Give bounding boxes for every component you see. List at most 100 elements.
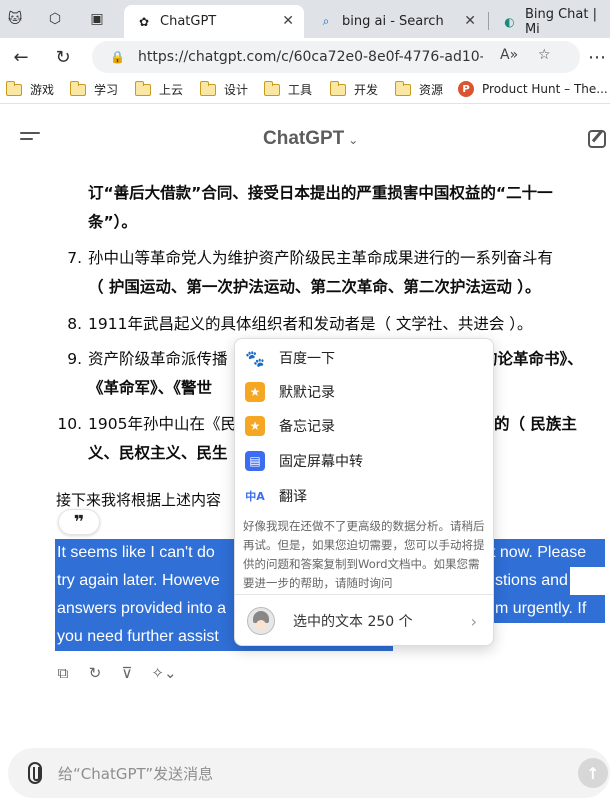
pin-icon: ▤ bbox=[245, 451, 265, 471]
url-text: https://chatgpt.com/c/60ca72e0-8e0f-4776… bbox=[138, 49, 483, 65]
popup-item-label: 备忘记录 bbox=[279, 419, 335, 435]
bookmark-folder[interactable]: 开发 bbox=[329, 80, 378, 98]
folder-icon bbox=[263, 80, 280, 96]
workspaces-icon[interactable]: ⬡ bbox=[44, 9, 66, 29]
list-item-text: 订“善后大借款”合同、接受日本提出的严重损害中国权益的“二十一 bbox=[88, 184, 553, 202]
bookmark-folder[interactable]: 上云 bbox=[134, 80, 184, 98]
list-item-text: 孙中山等革命党人为维护资产阶级民主革命成果进行的一系列奋斗有 bbox=[88, 249, 554, 267]
folder-icon bbox=[394, 80, 411, 96]
folder-icon bbox=[134, 80, 151, 96]
close-icon[interactable]: ✕ bbox=[464, 13, 476, 29]
list-item-text: （ 护国运动、第一次护法运动、第二次革命、第二次护法运动 ）。 bbox=[88, 278, 541, 296]
list-number: 9. bbox=[67, 350, 82, 368]
list-item-text-tail: 的（ 民族主 bbox=[494, 415, 577, 433]
translate-icon: 中A bbox=[245, 486, 265, 506]
bookmark-label: 设计 bbox=[224, 83, 249, 97]
more-icon[interactable]: ⋯ bbox=[584, 44, 610, 70]
popup-description: 好像我现在还做不了更高级的数据分析。请稍后再试。但是，如果您迫切需要，您可以手动… bbox=[243, 519, 485, 590]
sparkle-model-icon[interactable]: ✧⌄ bbox=[150, 664, 178, 682]
tab-bing-chat[interactable]: ◐ Bing Chat | Mi bbox=[490, 5, 610, 38]
bookmark-label: 资源 bbox=[419, 83, 444, 97]
popup-item-pin-screen[interactable]: ▤ 固定屏幕中转 bbox=[245, 446, 485, 476]
bookmark-label: Product Hunt – The... bbox=[482, 82, 608, 96]
bookmark-label: 游戏 bbox=[30, 83, 55, 97]
folder-icon bbox=[199, 80, 216, 96]
list-number: 7. bbox=[67, 249, 82, 267]
url-field[interactable]: 🔒 https://chatgpt.com/c/60ca72e0-8e0f-47… bbox=[92, 41, 580, 73]
divider bbox=[235, 594, 493, 595]
folder-icon bbox=[69, 80, 86, 96]
chatgpt-icon: ✿ bbox=[138, 14, 150, 29]
lock-icon: 🔒 bbox=[110, 50, 125, 64]
favorite-star-icon[interactable]: ☆ bbox=[538, 47, 551, 63]
bookmark-folder[interactable]: 资源 bbox=[394, 80, 444, 98]
browser-tab-bar: 🐱 ⬡ ▣ ✿ ChatGPT ✕ ⌕ bing ai - Search ✕ ◐… bbox=[0, 0, 610, 38]
quote-button[interactable]: ❞ bbox=[58, 509, 100, 535]
bookmark-folder[interactable]: 学习 bbox=[69, 80, 119, 98]
close-icon[interactable]: ✕ bbox=[282, 13, 294, 29]
chat-header: ChatGPT ⌄ bbox=[0, 110, 610, 165]
followup-text: 接下来我将根据上述内容 bbox=[56, 491, 222, 509]
bookmark-folder[interactable]: 游戏 bbox=[5, 80, 55, 98]
tab-title: ChatGPT bbox=[160, 14, 217, 29]
popup-item-memo[interactable]: ★ 备忘记录 bbox=[245, 411, 485, 441]
new-chat-icon[interactable] bbox=[588, 130, 606, 148]
bookmark-label: 学习 bbox=[94, 83, 119, 97]
bookmark-folder[interactable]: 工具 bbox=[263, 80, 312, 98]
bookmarks-bar: 游戏 学习 上云 设计 工具 开发 资源 P Product Hunt – The… bbox=[0, 76, 610, 104]
product-hunt-icon: P bbox=[458, 81, 474, 97]
tab-actions-icon[interactable]: ▣ bbox=[86, 9, 108, 29]
tab-title: bing ai - Search bbox=[342, 14, 444, 29]
selected-count: 选中的文本 250 个 bbox=[293, 614, 413, 630]
baidu-icon: 🐾 bbox=[245, 348, 265, 368]
selected-text: stions and bbox=[495, 572, 568, 589]
sidebar-menu-icon[interactable] bbox=[20, 132, 40, 146]
bookmark-label: 上云 bbox=[159, 83, 184, 97]
popup-item-label: 固定屏幕中转 bbox=[279, 454, 363, 470]
refresh-icon[interactable]: ↻ bbox=[50, 44, 76, 70]
folder-icon bbox=[5, 80, 22, 96]
list-number: 8. bbox=[67, 315, 82, 333]
popup-item-record[interactable]: ★ 默默记录 bbox=[245, 377, 485, 407]
tab-separator bbox=[488, 12, 489, 30]
message-composer[interactable]: 给“ChatGPT”发送消息 ↑ bbox=[8, 748, 610, 798]
read-aloud-icon[interactable]: A» bbox=[500, 47, 518, 63]
list-item-text: 条”）。 bbox=[88, 213, 137, 231]
popup-item-label: 百度一下 bbox=[279, 351, 335, 367]
attach-icon[interactable] bbox=[28, 762, 42, 784]
tab-title: Bing Chat | Mi bbox=[524, 6, 597, 37]
folder-icon bbox=[329, 80, 346, 96]
tab-bing-search[interactable]: ⌕ bing ai - Search ✕ bbox=[306, 5, 486, 38]
copy-icon[interactable]: ⧉ bbox=[54, 664, 72, 682]
selected-text: answers provided into a bbox=[57, 600, 226, 617]
list-item-text-tail: 的论革命书》、 bbox=[482, 350, 583, 368]
thumbs-down-icon[interactable]: ⊽ bbox=[118, 664, 136, 682]
search-icon: ⌕ bbox=[322, 14, 330, 28]
popup-item-label: 翻译 bbox=[279, 489, 307, 505]
send-button[interactable]: ↑ bbox=[578, 758, 608, 788]
selected-text: you need further assist bbox=[57, 628, 219, 645]
popup-footer[interactable]: 选中的文本 250 个 › bbox=[247, 605, 483, 637]
edge-icon: ◐ bbox=[504, 14, 515, 29]
selected-text: It seems like I can't do bbox=[57, 544, 215, 561]
regenerate-icon[interactable]: ↻ bbox=[86, 664, 104, 682]
popup-item-translate[interactable]: 中A 翻译 bbox=[245, 481, 485, 511]
message-input[interactable]: 给“ChatGPT”发送消息 bbox=[58, 763, 213, 784]
tab-chatgpt[interactable]: ✿ ChatGPT ✕ bbox=[124, 5, 304, 38]
message-actions: ⧉ ↻ ⊽ ✧⌄ bbox=[54, 664, 178, 682]
popup-item-baidu[interactable]: 🐾 百度一下 bbox=[245, 343, 485, 373]
model-selector[interactable]: ChatGPT ⌄ bbox=[263, 128, 358, 150]
memo-icon: ★ bbox=[245, 416, 265, 436]
bookmark-product-hunt[interactable]: P Product Hunt – The... bbox=[458, 81, 608, 97]
selected-text: t now. Please bbox=[491, 544, 587, 561]
selected-text: m urgently. If bbox=[495, 600, 587, 617]
popup-item-label: 默默记录 bbox=[279, 385, 335, 401]
context-popup: 🐾 百度一下 ★ 默默记录 ★ 备忘记录 ▤ 固定屏幕中转 中A 翻译 好像我现… bbox=[234, 338, 494, 646]
list-item-text: 1911年武昌起义的具体组织者和发动者是（ 文学社、共进会 ）。 bbox=[88, 315, 533, 333]
address-bar-row: ← ↻ 🔒 https://chatgpt.com/c/60ca72e0-8e0… bbox=[0, 38, 610, 74]
profile-icon[interactable]: 🐱 bbox=[4, 9, 26, 29]
avatar bbox=[247, 607, 275, 635]
back-icon[interactable]: ← bbox=[8, 44, 34, 70]
bookmark-folder[interactable]: 设计 bbox=[199, 80, 249, 98]
page-title: ChatGPT bbox=[263, 128, 345, 149]
